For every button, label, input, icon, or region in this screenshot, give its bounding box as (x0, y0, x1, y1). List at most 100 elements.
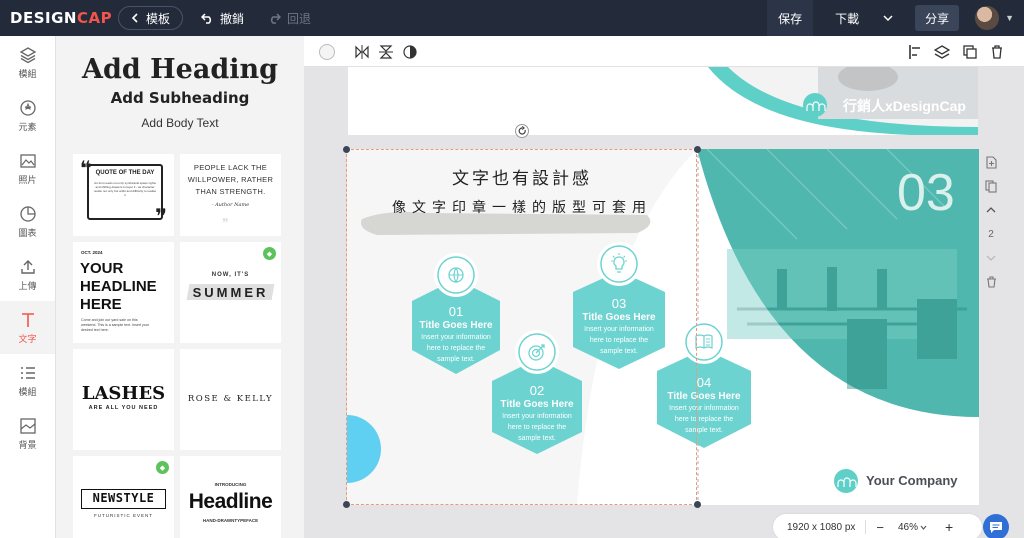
flip-horizontal-icon[interactable] (354, 44, 370, 60)
add-page-button[interactable] (980, 151, 1002, 173)
add-heading-button[interactable]: Add Heading (56, 54, 304, 85)
workspace: 行銷人xDesignCap 文字也有設計感 像文字印章一樣的版型可套用 03 0… (304, 36, 1024, 538)
list-icon (20, 366, 35, 379)
templates-button[interactable]: 模板 (118, 6, 184, 30)
rail-item-text[interactable]: 文字 (0, 301, 55, 354)
account-menu-caret-icon[interactable]: ▼ (1005, 13, 1014, 23)
color-picker-button[interactable] (319, 44, 335, 60)
zoom-in-button[interactable]: + (945, 519, 953, 535)
duplicate-icon[interactable] (962, 44, 978, 60)
templates-label: 模板 (146, 11, 171, 26)
lashes-text: LASHES (81, 383, 166, 404)
rail-item-modules[interactable]: 模組 (0, 354, 55, 407)
trash-icon (986, 276, 996, 288)
flip-vertical-icon[interactable] (378, 44, 394, 60)
resize-handle-top-left[interactable] (343, 146, 350, 153)
canvas-big-number[interactable]: 03 (897, 163, 955, 223)
download-options-button[interactable] (873, 0, 903, 36)
rail-item-upload[interactable]: 上傳 (0, 248, 55, 301)
chevron-down-icon (986, 255, 996, 261)
page-up-button[interactable] (980, 199, 1002, 221)
redo-label: 回退 (287, 11, 312, 26)
premium-gem-icon: ◆ (263, 247, 276, 260)
text-template-newstyle[interactable]: ◆ NEWSTYLE FUTURISTIC EVENT (73, 456, 174, 538)
quote-title: QUOTE OF THE DAY (95, 170, 155, 176)
redo-icon (270, 12, 282, 24)
logo-text-cap: CAP (76, 9, 113, 27)
download-button[interactable]: 下載 (821, 0, 873, 36)
text-template-lashes[interactable]: LASHES ARE ALL YOU NEED (73, 349, 174, 450)
rail-item-label: 文字 (18, 333, 37, 344)
copy-page-button[interactable] (980, 175, 1002, 197)
topbar-actions: 保存 下載 分享 ▼ (767, 0, 1024, 36)
share-button[interactable]: 分享 (915, 5, 960, 31)
save-button[interactable]: 保存 (767, 0, 814, 36)
rail-item-label: 元素 (18, 121, 37, 132)
lashes-subtext: ARE ALL YOU NEED (88, 405, 159, 411)
quote-text: Au font needs not only synthetical space… (93, 181, 157, 197)
rose-kelly-text: ROSE & KELLY (187, 394, 274, 404)
rail-item-templates[interactable]: 模組 (0, 36, 55, 89)
rotate-handle-icon[interactable] (515, 124, 529, 138)
trash-icon[interactable] (989, 44, 1005, 60)
add-subheading-button[interactable]: Add Subheading (56, 89, 304, 107)
rail-item-label: 圖表 (18, 227, 37, 238)
quote-open-icon: ❝ (80, 158, 92, 180)
chevron-down-icon (920, 525, 927, 530)
rail-item-photos[interactable]: 照片 (0, 142, 55, 195)
text-template-headline[interactable]: INTRODUCING Headline HAND-DRAWNTYPEFACE (180, 456, 281, 538)
undo-icon (201, 12, 212, 24)
now-its-text: NOW, IT'S (211, 272, 250, 278)
zoom-level-select[interactable]: 46% (898, 522, 918, 533)
background-icon (19, 417, 36, 434)
page-number: 2 (988, 228, 994, 240)
redo-button[interactable]: 回退 (256, 6, 323, 30)
chat-button[interactable] (983, 514, 1009, 538)
top-bar: DESIGNCAP 模板 撤銷 回退 保存 下載 分享 ▼ (0, 0, 1024, 36)
selection-box[interactable] (346, 149, 697, 505)
add-body-text-button[interactable]: Add Body Text (56, 116, 304, 130)
rail-item-elements[interactable]: 元素 (0, 89, 55, 142)
transparency-icon[interactable] (402, 44, 418, 60)
chevron-down-icon (883, 15, 893, 21)
resize-handle-bottom-right[interactable] (694, 501, 701, 508)
canvas-toolbar (304, 36, 1024, 67)
text-template-summer[interactable]: ◆ NOW, IT'S SUMMER (180, 242, 281, 343)
company-name[interactable]: Your Company (866, 473, 958, 488)
previous-page-brand: 行銷人xDesignCap (843, 98, 966, 114)
designcap-logo[interactable]: DESIGNCAP (10, 9, 112, 27)
chart-icon (19, 205, 36, 222)
add-page-icon (985, 155, 997, 169)
headline-date: OCT. 2024 (81, 250, 103, 255)
rail-item-charts[interactable]: 圖表 (0, 195, 55, 248)
resize-handle-top-right[interactable] (694, 146, 701, 153)
resize-handle-bottom-left[interactable] (343, 501, 350, 508)
page-down-button[interactable] (980, 247, 1002, 269)
layer-order-icon[interactable] (934, 44, 950, 60)
layers-icon (19, 46, 36, 63)
rail-item-label: 背景 (18, 439, 37, 450)
headline-text: Headline (188, 490, 273, 513)
rail-item-label: 照片 (18, 174, 37, 185)
copy-page-icon (985, 179, 997, 193)
rail-item-label: 模組 (18, 386, 37, 397)
text-template-people[interactable]: PEOPLE LACK THE WILLPOWER, RATHER THAN S… (180, 154, 281, 236)
text-template-rose-kelly[interactable]: ROSE & KELLY (180, 349, 281, 450)
premium-gem-icon: ◆ (156, 461, 169, 474)
text-template-your-headline[interactable]: OCT. 2024 YOUR HEADLINE HERE Come and jo… (73, 242, 174, 343)
undo-button[interactable]: 撤銷 (189, 6, 256, 30)
zoom-out-button[interactable]: − (876, 520, 884, 535)
newstyle-subtext: FUTURISTIC EVENT (93, 513, 153, 518)
previous-page[interactable]: 行銷人xDesignCap (348, 67, 978, 135)
delete-page-button[interactable] (980, 271, 1002, 293)
logo-text-design: DESIGN (10, 9, 77, 27)
headline-subtext: HAND-DRAWNTYPEFACE (202, 518, 259, 523)
undo-label: 撤銷 (220, 11, 245, 26)
text-template-quote[interactable]: ❝ ❞ QUOTE OF THE DAY Au font needs not o… (73, 154, 174, 236)
left-rail: 模組 元素 照片 圖表 上傳 文字 模組 背景 (0, 36, 56, 538)
avatar[interactable] (975, 6, 1000, 30)
align-left-icon[interactable] (908, 44, 924, 60)
your-headline-text: YOUR HEADLINE HERE (80, 260, 157, 313)
rail-item-background[interactable]: 背景 (0, 407, 55, 460)
chat-icon (990, 521, 1002, 533)
